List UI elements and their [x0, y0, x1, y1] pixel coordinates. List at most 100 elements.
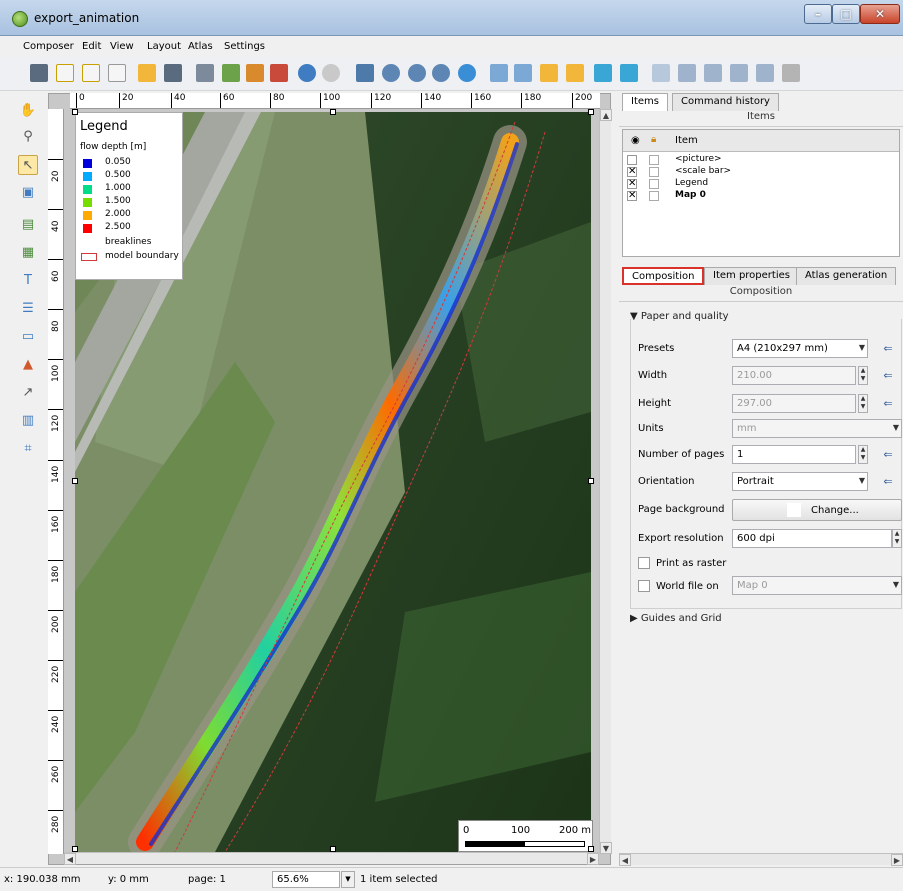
- table-row[interactable]: ✕ Map 0: [623, 190, 899, 202]
- composer-manager-icon[interactable]: [108, 64, 126, 82]
- menu-layout[interactable]: Layout: [147, 41, 181, 52]
- maximize-button[interactable]: □: [832, 4, 860, 24]
- print-icon[interactable]: [196, 64, 214, 82]
- save-icon[interactable]: [30, 64, 48, 82]
- raise-icon[interactable]: [594, 64, 612, 82]
- add-label-icon[interactable]: T: [18, 271, 38, 291]
- units-select[interactable]: mm ▼: [732, 419, 902, 438]
- group-icon[interactable]: [540, 64, 558, 82]
- pages-input[interactable]: 1: [732, 445, 856, 464]
- lock-checkbox[interactable]: [649, 167, 659, 177]
- selection-handle[interactable]: [588, 478, 594, 484]
- data-defined-icon[interactable]: ⇐: [880, 396, 896, 412]
- zoom-out-icon[interactable]: [432, 64, 450, 82]
- scroll-right-icon[interactable]: ▶: [587, 853, 599, 865]
- canvas-horizontal-scrollbar[interactable]: ◀ ▶: [64, 852, 599, 865]
- unlock-items-icon[interactable]: [514, 64, 532, 82]
- change-background-button[interactable]: Change...: [732, 499, 902, 521]
- tab-composition[interactable]: Composition: [622, 267, 705, 285]
- minimize-button[interactable]: –: [804, 4, 832, 24]
- select-move-icon[interactable]: ↖: [18, 155, 38, 175]
- last-feature-icon[interactable]: [756, 64, 774, 82]
- tab-items[interactable]: Items: [622, 93, 668, 111]
- selection-handle[interactable]: [72, 109, 78, 115]
- canvas-vertical-scrollbar[interactable]: ▲ ▼: [599, 109, 612, 854]
- pages-spinner-icon[interactable]: ▲ ▼: [858, 445, 868, 464]
- menu-edit[interactable]: Edit: [82, 41, 101, 52]
- refresh-icon[interactable]: [458, 64, 476, 82]
- visibility-checkbox[interactable]: ✕: [627, 191, 637, 201]
- export-pdf-icon[interactable]: [270, 64, 288, 82]
- add-image-icon[interactable]: ▦: [18, 243, 38, 263]
- zoom-100-icon[interactable]: [382, 64, 400, 82]
- export-resolution-input[interactable]: 600 dpi: [732, 529, 892, 548]
- zoom-in-icon[interactable]: [408, 64, 426, 82]
- width-spinner-icon[interactable]: ▲ ▼: [858, 366, 868, 385]
- world-file-checkbox[interactable]: [638, 580, 650, 592]
- add-map-icon[interactable]: ▤: [18, 215, 38, 235]
- duplicate-composer-icon[interactable]: [82, 64, 100, 82]
- add-table-icon[interactable]: ▥: [18, 411, 38, 431]
- table-row[interactable]: ✕ Legend: [623, 178, 899, 190]
- ungroup-icon[interactable]: [566, 64, 584, 82]
- zoom-dropdown-icon[interactable]: ▼: [341, 871, 355, 888]
- table-row[interactable]: <picture>: [623, 154, 899, 166]
- scroll-right-icon[interactable]: ▶: [891, 854, 903, 866]
- legend-item[interactable]: Legend flow depth [m] 0.050 0.500 1.000 …: [75, 112, 183, 280]
- export-svg-icon[interactable]: [246, 64, 264, 82]
- redo-icon[interactable]: [322, 64, 340, 82]
- next-feature-icon[interactable]: [730, 64, 748, 82]
- panel-horizontal-scrollbar[interactable]: ◀ ▶: [619, 853, 903, 866]
- visibility-checkbox[interactable]: [627, 155, 637, 165]
- zoom-full-icon[interactable]: [356, 64, 374, 82]
- visibility-checkbox[interactable]: ✕: [627, 179, 637, 189]
- first-feature-icon[interactable]: [678, 64, 696, 82]
- tab-item-properties[interactable]: Item properties: [704, 267, 799, 285]
- lock-checkbox[interactable]: [649, 155, 659, 165]
- guides-grid-group[interactable]: ▶ Guides and Grid: [630, 613, 722, 624]
- data-defined-icon[interactable]: ⇐: [880, 368, 896, 384]
- data-defined-icon[interactable]: ⇐: [880, 474, 896, 490]
- print-raster-checkbox[interactable]: [638, 557, 650, 569]
- data-defined-icon[interactable]: ⇐: [880, 447, 896, 463]
- menu-atlas[interactable]: Atlas: [188, 41, 213, 52]
- scroll-up-icon[interactable]: ▲: [600, 109, 612, 121]
- lock-checkbox[interactable]: [649, 191, 659, 201]
- close-button[interactable]: ✕: [860, 4, 900, 24]
- scroll-left-icon[interactable]: ◀: [64, 853, 76, 865]
- export-image-icon[interactable]: [222, 64, 240, 82]
- world-file-select[interactable]: Map 0 ▼: [732, 576, 902, 595]
- save-template-icon[interactable]: [164, 64, 182, 82]
- add-html-icon[interactable]: ⌗: [18, 439, 38, 459]
- align-icon[interactable]: [620, 64, 638, 82]
- lock-items-icon[interactable]: [490, 64, 508, 82]
- previous-feature-icon[interactable]: [704, 64, 722, 82]
- scale-bar-item[interactable]: 0 100 200 m: [458, 820, 593, 852]
- presets-select[interactable]: A4 (210x297 mm) ▼: [732, 339, 868, 358]
- menu-composer[interactable]: Composer: [23, 41, 74, 52]
- data-defined-icon[interactable]: ⇐: [880, 341, 896, 357]
- add-scalebar-icon[interactable]: ▭: [18, 327, 38, 347]
- add-legend-icon[interactable]: ☰: [18, 299, 38, 319]
- width-input[interactable]: 210.00: [732, 366, 856, 385]
- add-shape-icon[interactable]: ▲: [18, 355, 38, 375]
- scroll-down-icon[interactable]: ▼: [600, 842, 612, 854]
- open-template-icon[interactable]: [138, 64, 156, 82]
- lock-checkbox[interactable]: [649, 179, 659, 189]
- move-content-icon[interactable]: ▣: [18, 183, 38, 203]
- resolution-spinner-icon[interactable]: ▲ ▼: [892, 529, 902, 548]
- undo-icon[interactable]: [298, 64, 316, 82]
- selection-handle[interactable]: [588, 109, 594, 115]
- menu-view[interactable]: View: [110, 41, 134, 52]
- menu-settings[interactable]: Settings: [224, 41, 265, 52]
- scroll-left-icon[interactable]: ◀: [619, 854, 631, 866]
- height-input[interactable]: 297.00: [732, 394, 856, 413]
- selection-handle[interactable]: [330, 109, 336, 115]
- print-atlas-icon[interactable]: [782, 64, 800, 82]
- pan-hand-icon[interactable]: ✋: [18, 101, 38, 121]
- add-arrow-icon[interactable]: ↗: [18, 383, 38, 403]
- orientation-select[interactable]: Portrait ▼: [732, 472, 868, 491]
- height-spinner-icon[interactable]: ▲ ▼: [858, 394, 868, 413]
- tab-atlas-generation[interactable]: Atlas generation: [796, 267, 897, 285]
- zoom-input[interactable]: 65.6%: [272, 871, 340, 888]
